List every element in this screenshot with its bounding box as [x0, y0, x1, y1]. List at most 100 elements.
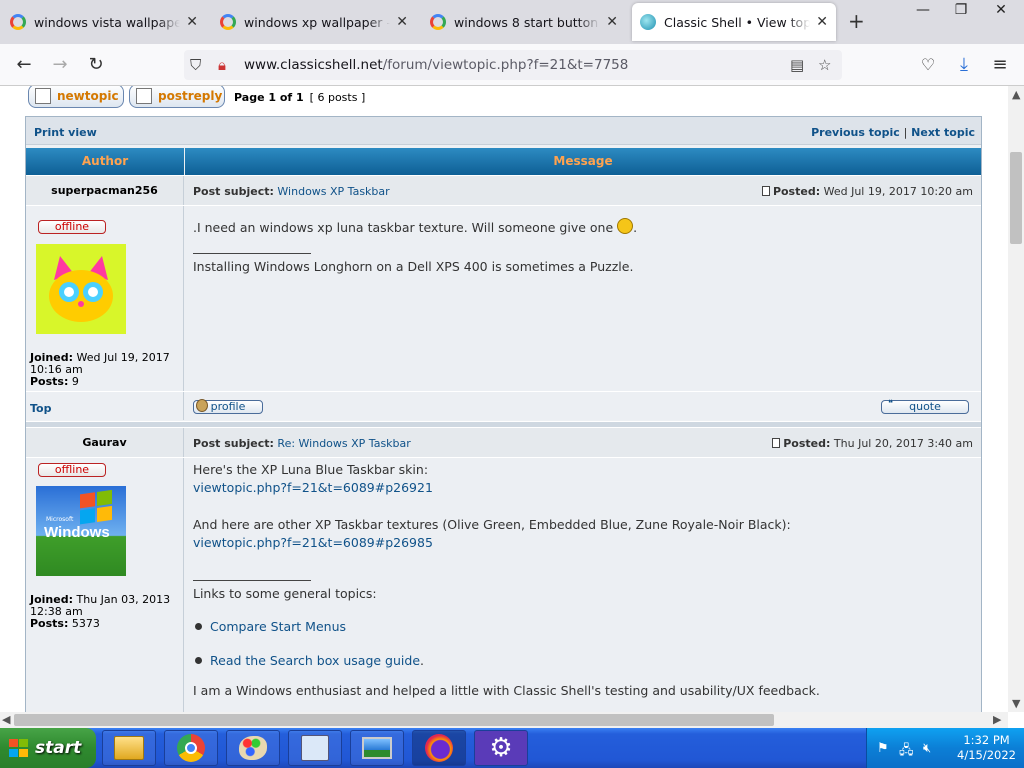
reader-view-icon[interactable]: ▤ [790, 56, 804, 74]
firefox-icon [425, 734, 453, 762]
classic-shell-icon [640, 14, 656, 30]
reload-icon[interactable]: ↻ [84, 53, 108, 77]
tab-title: windows 8 start button classi [454, 14, 600, 30]
post-reply-button[interactable]: postreply [129, 86, 225, 108]
post-body: Here's the XP Luna Blue Taskbar skin: vi… [193, 461, 973, 700]
new-topic-button[interactable]: newtopic [28, 86, 124, 108]
control-panel-taskbar-button[interactable] [288, 730, 342, 766]
top-link[interactable]: Top [30, 402, 51, 415]
settings-taskbar-button[interactable]: ⚙ [474, 730, 528, 766]
close-icon[interactable]: ✕ [606, 14, 618, 30]
actions-cell: profile ❝ quote [185, 392, 981, 420]
list-item-end: . [420, 653, 424, 668]
post-icon[interactable] [761, 186, 770, 196]
message-cell: .I need an windows xp luna taskbar textu… [185, 206, 981, 391]
pagination-info: Page 1 of 1 [ 6 posts ] [234, 91, 365, 104]
subject-link[interactable]: Re: Windows XP Taskbar [277, 437, 410, 450]
windows-flag-icon [8, 738, 30, 758]
post-subject: Post subject: Re: Windows XP Taskbar [193, 437, 411, 450]
scroll-down-icon[interactable]: ▼ [1012, 697, 1020, 710]
file-explorer-taskbar-button[interactable] [102, 730, 156, 766]
downloads-icon[interactable]: ⤓ [952, 53, 976, 77]
post-line: And here are other XP Taskbar textures (… [193, 517, 791, 532]
browser-chrome: windows vista wallpaper - Goo ✕ windows … [0, 0, 1024, 86]
bookmark-star-icon[interactable]: ☆ [818, 56, 831, 74]
navigation-bar: ← → ↻ ⛉ 🔒︎ www.classicshell.net/forum/vi… [0, 44, 1024, 86]
firefox-taskbar-button[interactable] [412, 730, 466, 766]
google-icon [10, 14, 26, 30]
insecure-lock-icon[interactable]: 🔒︎ [218, 56, 226, 74]
url-path: /forum/viewtopic.php?f=21&t=7758 [382, 57, 629, 73]
vertical-scroll-thumb[interactable] [1010, 152, 1022, 244]
previous-topic-link[interactable]: Previous topic [811, 126, 900, 139]
post-text: .I need an windows xp luna taskbar textu… [193, 220, 614, 235]
textures-link[interactable]: viewtopic.php?f=21&t=6089#p26985 [193, 535, 433, 550]
start-button[interactable]: start [0, 728, 96, 768]
network-icon[interactable]: 🖧︎ [899, 741, 914, 763]
pocket-icon[interactable]: ♡ [916, 53, 940, 77]
page-of: Page 1 of 1 [234, 91, 304, 104]
chrome-icon [177, 734, 205, 762]
compare-start-menus-link[interactable]: Compare Start Menus [210, 619, 346, 634]
photo-viewer-taskbar-button[interactable] [350, 730, 404, 766]
author-profile-cell: offline Joined: Wed Jul 19, 2017 10:16 a… [26, 206, 184, 391]
volume-muted-icon[interactable]: 🔇︎ [923, 741, 931, 756]
google-icon [430, 14, 446, 30]
close-icon[interactable]: ✕ [816, 14, 828, 30]
skin-link[interactable]: viewtopic.php?f=21&t=6089#p26921 [193, 480, 433, 495]
quote-button[interactable]: ❝ quote [881, 399, 969, 414]
restore-button[interactable]: ❐ [944, 0, 978, 22]
profile-button[interactable]: profile [193, 399, 263, 414]
post-reply-label: postreply [158, 89, 223, 103]
subject-cell: Post subject: Re: Windows XP Taskbar Pos… [185, 428, 981, 457]
scroll-left-icon[interactable]: ◀ [2, 713, 10, 726]
post-date: Posted: Thu Jul 20, 2017 3:40 am [772, 437, 973, 450]
address-bar[interactable]: ⛉ 🔒︎ www.classicshell.net/forum/viewtopi… [184, 50, 842, 80]
post-icon[interactable] [772, 438, 781, 448]
close-icon[interactable]: ✕ [186, 14, 198, 30]
shield-icon[interactable]: ⛉ [190, 56, 201, 74]
new-tab-button[interactable]: + [848, 11, 865, 31]
topic-nav: Previous topic | Next topic [811, 126, 975, 139]
horizontal-scroll-thumb[interactable] [14, 714, 774, 726]
next-topic-link[interactable]: Next topic [911, 126, 975, 139]
clock[interactable]: 1:32 PM 4/15/2022 [957, 733, 1016, 763]
signature: Installing Windows Longhorn on a Dell XP… [193, 259, 634, 274]
tab-title: Classic Shell • View topic - W [664, 14, 811, 30]
gear-icon: ⚙ [489, 733, 513, 763]
offline-badge: offline [38, 463, 106, 477]
tab-win8-start-button[interactable]: windows 8 start button classi ✕ [422, 3, 626, 41]
posts-count: 9 [71, 375, 79, 388]
chrome-taskbar-button[interactable] [164, 730, 218, 766]
paint-taskbar-button[interactable] [226, 730, 280, 766]
action-center-flag-icon[interactable]: ⚑ [877, 741, 889, 756]
tab-bar: windows vista wallpaper - Goo ✕ windows … [0, 0, 1024, 44]
subject-link[interactable]: Windows XP Taskbar [277, 185, 389, 198]
url-text[interactable]: www.classicshell.net/forum/viewtopic.php… [244, 57, 628, 73]
separator: | [903, 126, 908, 139]
search-guide-link[interactable]: Read the Search box usage guide [210, 653, 420, 668]
scroll-right-icon[interactable]: ▶ [993, 713, 1001, 726]
start-label: start [35, 738, 82, 758]
tab-classic-shell[interactable]: Classic Shell • View topic - W ✕ [632, 3, 836, 41]
scroll-up-icon[interactable]: ▲ [1012, 88, 1020, 101]
menu-icon[interactable]: ≡ [988, 53, 1012, 77]
avatar-microsoft-text: Microsoft [46, 516, 74, 523]
forward-icon[interactable]: → [48, 53, 72, 77]
author-name[interactable]: superpacman256 [26, 184, 183, 197]
quote-label: quote [909, 400, 941, 413]
post-text-end: . [633, 220, 638, 235]
windows-flag-icon [80, 489, 114, 527]
minimize-button[interactable]: — [906, 0, 940, 22]
print-view-link[interactable]: Print view [34, 126, 97, 139]
post-subject: Post subject: Windows XP Taskbar [193, 185, 390, 198]
tab-xp-wallpaper[interactable]: windows xp wallpaper - Goog ✕ [212, 3, 416, 41]
close-window-button[interactable]: ✕ [984, 0, 1018, 22]
close-icon[interactable]: ✕ [396, 14, 408, 30]
author-cell: Gaurav [26, 428, 184, 457]
folder-icon [114, 736, 144, 760]
tab-vista-wallpaper[interactable]: windows vista wallpaper - Goo ✕ [2, 3, 206, 41]
back-icon[interactable]: ← [12, 53, 36, 77]
author-name[interactable]: Gaurav [26, 436, 183, 449]
closing-text: I am a Windows enthusiast and helped a l… [193, 683, 820, 698]
